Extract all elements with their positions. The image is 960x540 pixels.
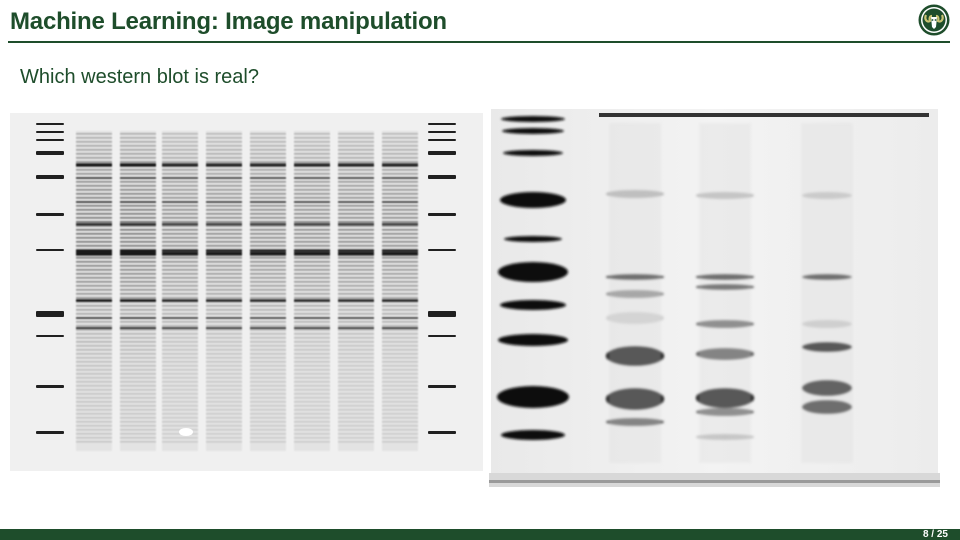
title-divider: [8, 41, 950, 43]
question-text: Which western blot is real?: [20, 66, 259, 88]
western-blot-right: [489, 103, 940, 487]
ram-head-logo-icon: [918, 4, 950, 36]
page-number: 8 / 25: [922, 529, 948, 540]
footer-bar: 8 / 25: [0, 529, 960, 540]
slide-title: Machine Learning: Image manipulation: [10, 8, 447, 35]
western-blot-left: [10, 113, 483, 471]
